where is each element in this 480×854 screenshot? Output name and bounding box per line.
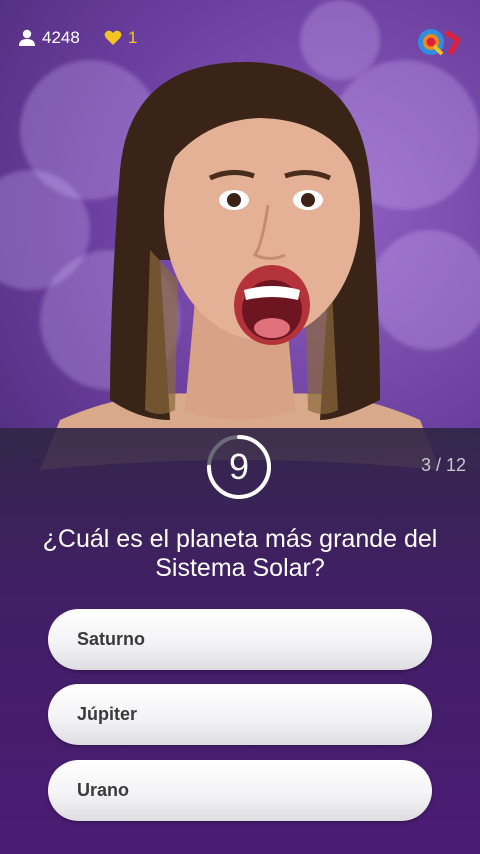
answer-option[interactable]: Urano <box>48 760 432 821</box>
answer-option[interactable]: Júpiter <box>48 684 432 745</box>
answer-option[interactable]: Saturno <box>48 609 432 670</box>
quiz-screen: 4248 1 9 3 / 12 ¿Cuál es el planeta más … <box>0 0 480 854</box>
answer-label: Júpiter <box>77 704 138 724</box>
lives-counter: 1 <box>104 28 137 48</box>
lives-count: 1 <box>128 28 138 47</box>
q-logo-icon[interactable] <box>414 24 464 60</box>
answer-label: Urano <box>77 780 130 800</box>
top-bar: 4248 1 <box>0 0 480 78</box>
answer-label: Saturno <box>77 629 146 649</box>
viewers-count: 4248 <box>42 28 80 47</box>
timer-seconds: 9 <box>228 446 250 487</box>
question-counter: 3 / 12 <box>420 455 466 475</box>
viewers-counter: 4248 <box>18 28 80 48</box>
user-icon <box>19 29 35 46</box>
question-text: ¿Cuál es el planeta más grande del Siste… <box>42 525 438 582</box>
heart-icon <box>104 30 122 45</box>
